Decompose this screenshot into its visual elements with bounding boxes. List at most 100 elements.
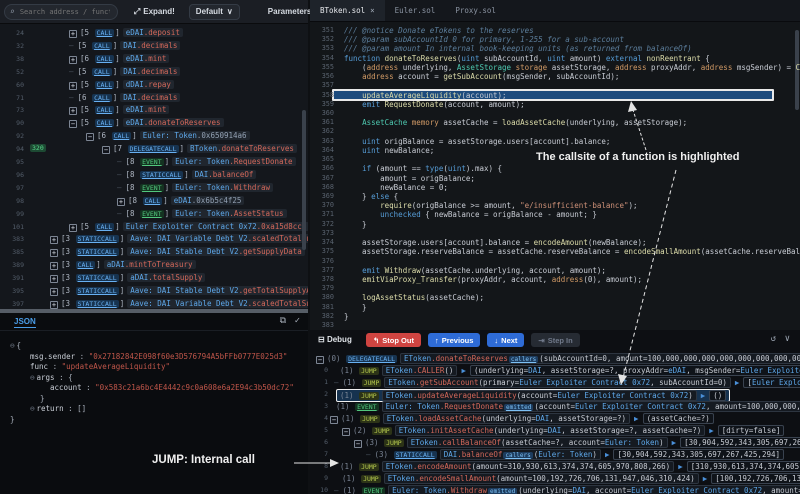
debug-row[interactable]: 2(1) JUMPEToken.updateAverageLiquidity(a… <box>310 388 800 400</box>
trace-target[interactable]: Aave: DAI Variable Debt V2.scaledTotalSu… <box>127 234 308 243</box>
trace-row[interactable]: 95–[8 EVENT]Euler: Token.RequestDonate <box>0 156 308 168</box>
tree-expander-icon[interactable]: + <box>69 224 77 232</box>
trace-target[interactable]: eDAI.mint <box>123 105 170 114</box>
debug-row[interactable]: 3(1) EVENTEuler: Token.RequestDonateemit… <box>310 400 800 412</box>
trace-target[interactable]: Aave: DAI Stable Debt V2.getTotalSupplyA… <box>127 286 308 295</box>
trace-row[interactable]: 385+[3 STATICCALL]Aave: DAI Stable Debt … <box>0 246 308 258</box>
trace-target[interactable]: DAI.balanceOf <box>192 170 257 179</box>
trace-row[interactable]: 383+[3 STATICCALL]Aave: DAI Variable Deb… <box>0 233 308 245</box>
trace-row[interactable]: 101+[5 CALL]Euler Exploiter Contract 0x7… <box>0 221 308 233</box>
trace-target[interactable]: Euler: Token.0x650914a6 <box>140 131 250 140</box>
chevron-down-icon[interactable]: ∨ <box>785 334 790 344</box>
trace-target[interactable]: eDAI.deposit <box>123 28 183 37</box>
trace-target[interactable]: DAI.decimals <box>120 93 180 102</box>
stop-out-button[interactable]: ↰Stop Out <box>366 333 421 347</box>
trace-row[interactable]: 98+[8 CALL]eDAI.0x6b5c4f25 <box>0 195 308 207</box>
trace-target[interactable]: BToken.donateToReserves <box>187 144 297 153</box>
close-icon[interactable]: × <box>370 6 375 15</box>
trace-target[interactable]: Aave: DAI Variable Debt V2.scaledTotalSu… <box>127 299 308 308</box>
line-number: 382 <box>310 312 334 320</box>
debug-row[interactable]: 5−(2) JUMPEToken.initAssetCache(underlyi… <box>310 424 800 436</box>
tree-expander-icon[interactable]: − <box>69 120 77 128</box>
search-input[interactable] <box>18 7 112 17</box>
trace-row[interactable]: 99–[8 EVENT]Euler: Token.AssetStatus <box>0 208 308 220</box>
previous-button[interactable]: ↑Previous <box>428 333 480 347</box>
trace-target[interactable]: eDAI.mint <box>123 54 170 63</box>
trace-row[interactable]: 32–[5 CALL]DAI.decimals <box>0 40 308 52</box>
trace-target[interactable]: aDAI.totalSupply <box>127 273 205 282</box>
tree-expander-icon[interactable]: − <box>102 146 110 154</box>
trace-row[interactable]: 60+[5 CALL]dDAI.repay <box>0 79 308 91</box>
text-segment: DAI <box>444 450 458 459</box>
tree-expander-icon[interactable]: + <box>69 30 77 38</box>
tree-expander-icon[interactable]: − <box>354 440 362 448</box>
trace-target[interactable]: Euler: Token.AssetStatus <box>172 209 286 218</box>
collapse-icon[interactable]: ⊖ <box>30 373 35 382</box>
tree-expander-icon[interactable]: + <box>117 198 125 206</box>
trace-row[interactable]: 71–[6 CALL]DAI.decimals <box>0 92 308 104</box>
tree-expander-icon[interactable]: + <box>50 236 58 244</box>
refresh-icon[interactable]: ↺ <box>771 334 776 344</box>
debug-row[interactable]: 7–(3) STATICCALLDAI.balanceOfcallers(Eul… <box>310 448 800 460</box>
collapse-icon[interactable]: ⊖ <box>10 341 15 350</box>
result-arrow-icon: ▶ <box>709 426 714 435</box>
tab-btoken-sol[interactable]: BToken.sol× <box>310 0 385 21</box>
tree-expander-icon[interactable]: + <box>50 301 58 309</box>
trace-target[interactable]: eDAI.donateToReserves <box>123 118 224 127</box>
tree-expander-icon[interactable]: + <box>69 56 77 64</box>
trace-target[interactable]: Euler: Token.RequestDonate <box>172 157 295 166</box>
trace-row[interactable]: 24+[5 CALL]eDAI.deposit <box>0 27 308 39</box>
tree-expander-icon[interactable]: + <box>50 288 58 296</box>
step-in-button[interactable]: ⇥Step In <box>531 333 579 347</box>
trace-row[interactable]: 52–[5 CALL]DAI.decimals <box>0 66 308 78</box>
tree-expander-icon[interactable]: − <box>86 133 94 141</box>
debug-row[interactable]: 1–(1) JUMPEToken.getSubAccount(primary=E… <box>310 376 800 388</box>
trace-target[interactable]: Euler Exploiter Contract 0x72.0xa15d8cce <box>123 222 308 231</box>
text-segment: address <box>362 72 394 81</box>
tree-expander-icon[interactable]: − <box>316 356 324 364</box>
trace-row[interactable]: 395+[3 STATICCALL]Aave: DAI Stable Debt … <box>0 285 308 297</box>
trace-target[interactable]: dDAI.repay <box>123 80 174 89</box>
trace-row[interactable]: 397+[3 STATICCALL]Aave: DAI Variable Deb… <box>0 298 308 309</box>
tree-expander-icon[interactable]: − <box>342 428 350 436</box>
tree-expander-icon[interactable]: + <box>50 262 58 270</box>
trace-target[interactable]: DAI.decimals <box>120 41 180 50</box>
trace-target[interactable]: aDAI.mintToTreasury <box>104 260 196 269</box>
preset-select[interactable]: Default ∨ <box>189 4 240 20</box>
debug-row[interactable]: 8(1) JUMPEToken.encodeAmount(amount=310,… <box>310 460 800 472</box>
debug-row[interactable]: 0(1) JUMPEToken.CALLER()▶(underlying=DAI… <box>310 364 800 376</box>
trace-row[interactable]: 97–[8 EVENT]Euler: Token.Withdraw <box>0 182 308 194</box>
debug-row[interactable]: 6−(3) JUMPEToken.callBalanceOf(assetCach… <box>310 436 800 448</box>
tree-expander-icon[interactable]: + <box>69 82 77 90</box>
trace-target[interactable]: Euler: Token.Withdraw <box>172 183 273 192</box>
tab-proxy-sol[interactable]: Proxy.sol <box>445 0 506 21</box>
expand-button[interactable]: ⤢ Expand! <box>128 6 181 18</box>
trace-row[interactable]: 94320−[7 DELEGATECALL]BToken.donateToRes… <box>0 143 308 155</box>
collapse-icon[interactable]: ⊖ <box>30 404 35 413</box>
debug-row[interactable]: 9(1) JUMPEToken.encodeSmallAmount(amount… <box>310 472 800 484</box>
trace-row[interactable]: 391+[3 STATICCALL]aDAI.totalSupply <box>0 272 308 284</box>
next-button[interactable]: ↓Next <box>487 333 524 347</box>
tab-euler-sol[interactable]: Euler.sol <box>385 0 446 21</box>
tree-expander-icon[interactable]: − <box>330 416 338 424</box>
trace-row[interactable]: 92−[6 CALL]Euler: Token.0x650914a6 <box>0 130 308 142</box>
tree-expander-icon[interactable]: + <box>50 275 58 283</box>
trace-row[interactable]: 96–[8 STATICCALL]DAI.balanceOf <box>0 169 308 181</box>
line-number: 359 <box>310 100 334 108</box>
debug-row[interactable]: 10–(1) EVENTEuler: Token.Withdrawemitted… <box>310 484 800 494</box>
trace-row[interactable]: 73+[5 CALL]eDAI.mint <box>0 104 308 116</box>
trace-row[interactable]: 38+[6 CALL]eDAI.mint <box>0 53 308 65</box>
copy-icon[interactable]: ⧉ <box>280 316 286 326</box>
trace-target[interactable]: DAI.decimals <box>120 67 180 76</box>
trace-target[interactable]: eDAI.0x6b5c4f25 <box>171 196 245 205</box>
debug-row[interactable]: 4−(1) JUMPEToken.loadAssetCache(underlyi… <box>310 412 800 424</box>
trace-target[interactable]: Aave: DAI Stable Debt V2.getSupplyData <box>127 247 305 256</box>
trace-row[interactable]: 90−[5 CALL]eDAI.donateToReserves <box>0 117 308 129</box>
debug-row[interactable]: −(0) DELEGATECALLEToken.donateToReserves… <box>310 352 800 364</box>
check-icon[interactable]: ✓ <box>295 316 300 326</box>
tree-scrollbar[interactable] <box>302 110 306 250</box>
tree-expander-icon[interactable]: + <box>50 249 58 257</box>
tab-json[interactable]: JSON <box>14 317 36 328</box>
tree-expander-icon[interactable]: + <box>69 107 77 115</box>
trace-row[interactable]: 389+[3 CALL]aDAI.mintToTreasury <box>0 259 308 271</box>
